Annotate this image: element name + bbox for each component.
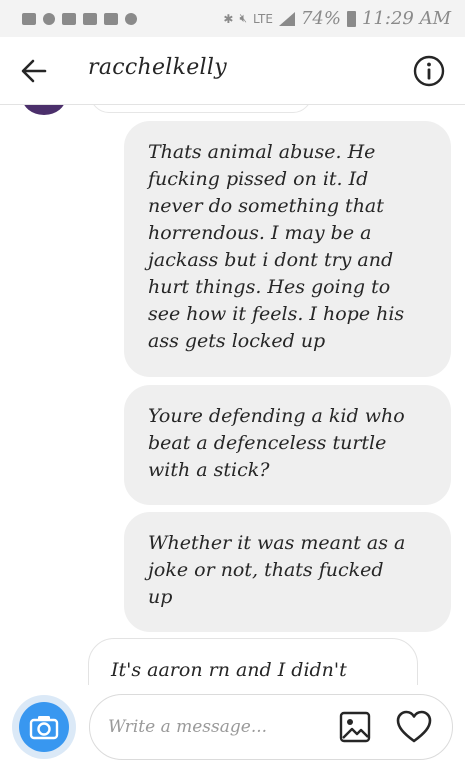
message-composer	[0, 685, 465, 775]
signal-icon	[278, 11, 295, 26]
conversation-title[interactable]: racchelkelly	[88, 55, 227, 80]
image-icon	[104, 12, 118, 25]
message-box	[89, 694, 453, 760]
outgoing-message-bubble[interactable]: Youre defending a kid who beat a defence…	[124, 385, 451, 505]
message-icon	[22, 12, 36, 25]
outgoing-message-bubble[interactable]: Whether it was meant as a joke or not, t…	[124, 512, 451, 632]
message-input[interactable]	[108, 711, 328, 743]
conversation-header: racchelkelly	[0, 37, 465, 105]
back-button[interactable]	[20, 57, 48, 85]
clock: 11:29 AM	[361, 8, 451, 29]
heart-icon	[396, 710, 432, 743]
settings-icon	[125, 12, 137, 25]
bluetooth-icon: ✱	[223, 11, 234, 26]
battery-percent: 74%	[300, 8, 341, 29]
snapchat-icon	[43, 12, 55, 25]
notification-icons	[22, 12, 137, 25]
avatar[interactable]	[22, 105, 66, 115]
gallery-button[interactable]	[338, 710, 372, 744]
lte-label: LTE	[253, 11, 273, 26]
status-bar: ✱ 🔇︎ LTE 74% 11:29 AM	[0, 0, 465, 37]
incoming-message-bubble[interactable]: It's aaron rn and I didn't	[88, 638, 418, 685]
info-icon	[413, 55, 445, 87]
outgoing-message-bubble[interactable]: Thats animal abuse. He fucking pissed on…	[124, 121, 451, 377]
incoming-message-bubble[interactable]	[90, 105, 312, 113]
app-icon	[83, 12, 97, 25]
message-thread[interactable]: Thats animal abuse. He fucking pissed on…	[0, 105, 465, 685]
info-button[interactable]	[413, 55, 445, 87]
system-status: ✱ 🔇︎ LTE 74% 11:29 AM	[223, 8, 451, 29]
arrow-left-icon	[21, 59, 47, 83]
image-icon	[339, 711, 371, 743]
camera-button[interactable]	[12, 695, 76, 759]
app-icon	[62, 12, 76, 25]
like-button[interactable]	[395, 709, 433, 745]
camera-icon	[19, 702, 69, 752]
mute-icon: 🔇︎	[239, 11, 247, 25]
battery-icon	[346, 10, 356, 27]
